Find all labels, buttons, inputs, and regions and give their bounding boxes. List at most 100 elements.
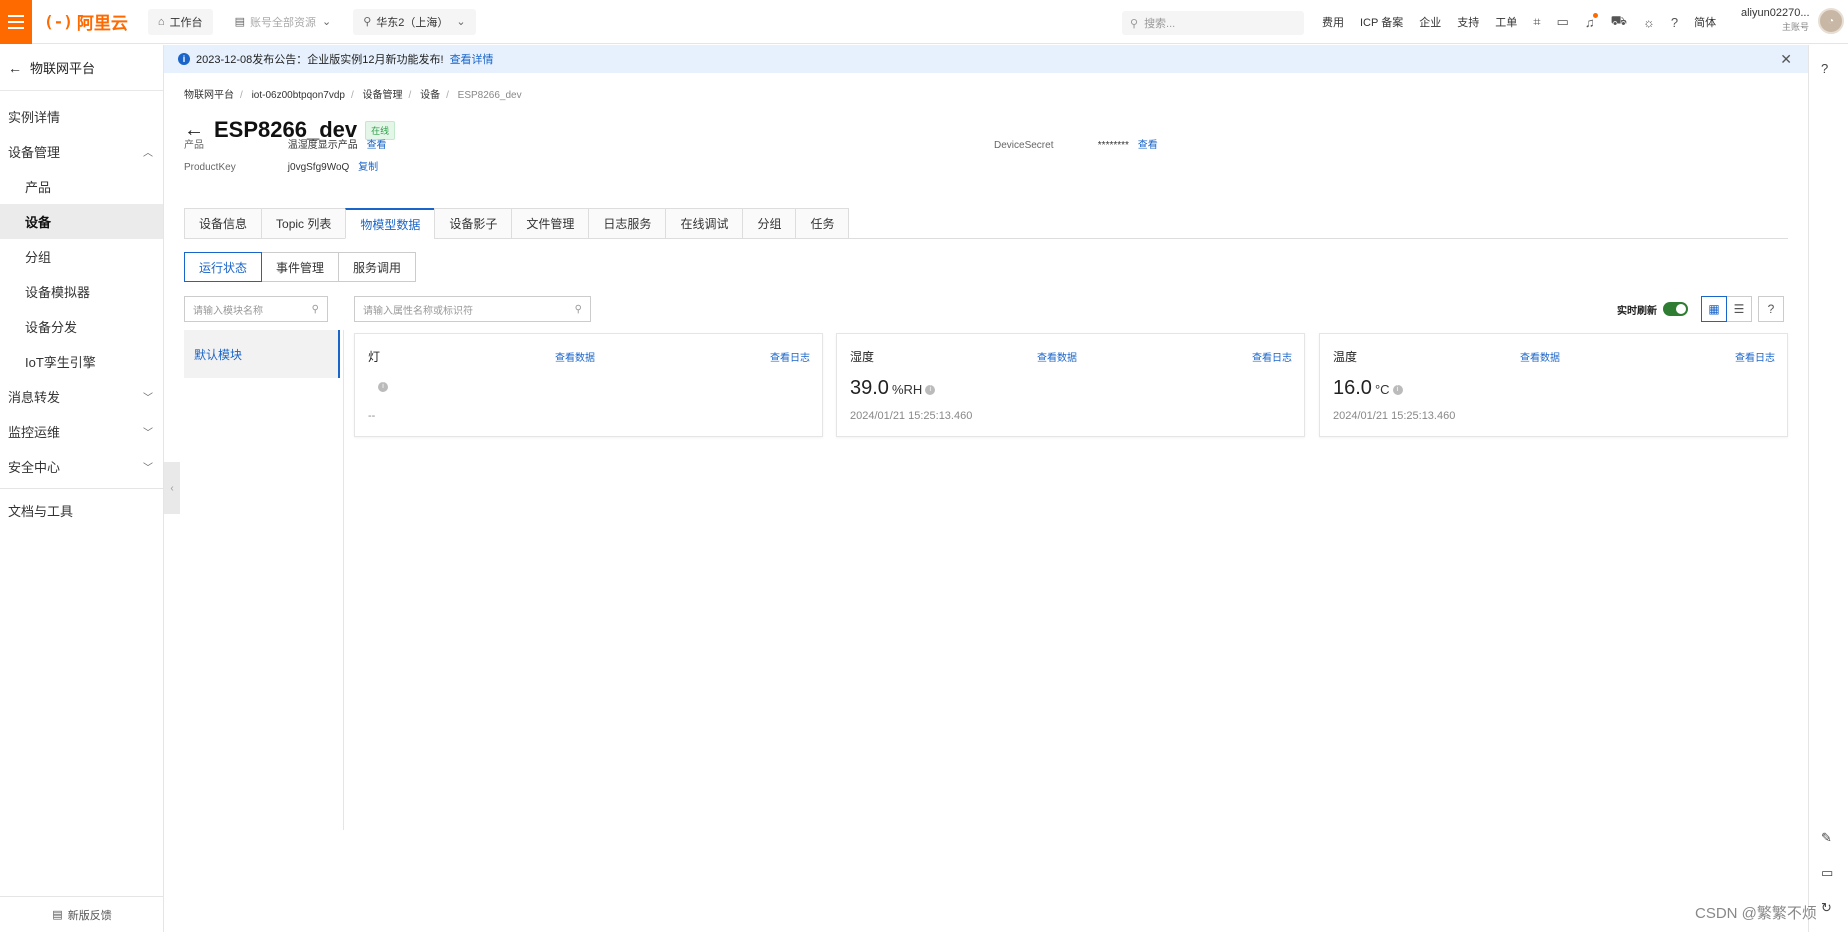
view-log-link[interactable]: 查看日志 (1735, 349, 1775, 364)
property-card-humidity: 湿度 查看数据 查看日志 39.0 %RH i 2024/01/21 15:25… (836, 333, 1305, 437)
sidebar-item-label: 设备模拟器 (25, 285, 91, 300)
announcement-bar: i 2023-12-08发布公告：企业版实例12月新功能发布! 查看详情 ✕ (164, 45, 1808, 73)
productkey-copy-link[interactable]: 复制 (358, 162, 378, 173)
nav-link-icp[interactable]: ICP 备案 (1360, 14, 1403, 30)
avatar[interactable]: ◔ (1818, 8, 1844, 34)
sidebar-item-device[interactable]: 设备 (0, 204, 163, 239)
nav-link-enterprise[interactable]: 企业 (1419, 14, 1441, 30)
sidebar-item-device-simulator[interactable]: 设备模拟器 (0, 274, 163, 309)
property-name: 温度 (1333, 350, 1358, 364)
lightbulb-icon[interactable]: ☼ (1643, 15, 1655, 30)
terminal-icon[interactable]: ▭ (1557, 14, 1569, 30)
grid-icon: ▦ (1708, 302, 1720, 316)
view-data-link[interactable]: 查看数据 (1520, 349, 1560, 364)
view-data-link[interactable]: 查看数据 (555, 349, 595, 364)
cart-icon[interactable]: ⛟ (1611, 13, 1627, 31)
help-circle-icon[interactable]: ? (1821, 61, 1828, 76)
close-icon[interactable]: ✕ (1780, 51, 1792, 68)
home-icon: ⌂ (157, 15, 165, 28)
tab-online-debug[interactable]: 在线调试 (665, 208, 743, 239)
sidebar-item-instance-detail[interactable]: 实例详情 (0, 99, 163, 134)
sidebar-item-label: 设备分发 (25, 320, 78, 335)
realtime-refresh-toggle[interactable] (1663, 302, 1688, 316)
sidebar-item-iot-twin-engine[interactable]: IoT孪生引擎 (0, 344, 163, 379)
tab-file-management[interactable]: 文件管理 (511, 208, 589, 239)
sidebar-item-security-center[interactable]: 安全中心 ﹀ (0, 449, 163, 484)
location-icon: ⚲ (363, 16, 372, 28)
sidebar-divider (0, 488, 163, 489)
announcement-text: 2023-12-08发布公告：企业版实例12月新功能发布! (196, 54, 444, 66)
global-search-input[interactable]: ⚲ 搜索... (1122, 11, 1304, 35)
help-icon[interactable]: ? (1671, 15, 1678, 30)
feedback-button[interactable]: ▤ 新版反馈 (0, 896, 164, 932)
view-data-link[interactable]: 查看数据 (1037, 349, 1077, 364)
tab-device-shadow[interactable]: 设备影子 (434, 208, 512, 239)
devicesecret-view-link[interactable]: 查看 (1138, 140, 1158, 151)
sidebar-back[interactable]: ← 物联网平台 (0, 45, 163, 91)
workbench-button[interactable]: ⌂ 工作台 (147, 8, 213, 35)
breadcrumb-current: ESP8266_dev (457, 90, 522, 101)
list-icon: ☰ (1733, 302, 1745, 316)
announcement-link[interactable]: 查看详情 (450, 51, 494, 67)
hamburger-menu-icon[interactable] (0, 0, 32, 44)
sidebar-item-device-management[interactable]: 设备管理 ︿ (0, 134, 163, 169)
aliyun-logo-mark: (-) (44, 12, 73, 31)
view-log-link[interactable]: 查看日志 (770, 349, 810, 364)
account-resources-select[interactable]: ▤ 账号全部资源 ⌄ (224, 8, 342, 35)
breadcrumb-item[interactable]: iot-06z00btpqon7vdp (252, 90, 345, 101)
info-icon[interactable]: i (925, 385, 936, 395)
nav-link-support[interactable]: 支持 (1457, 14, 1479, 30)
module-search-input[interactable]: 请输入模块名称 ⚲ (184, 296, 328, 322)
breadcrumb-item[interactable]: 设备 (420, 90, 440, 101)
property-name: 湿度 (850, 350, 875, 364)
product-view-link[interactable]: 查看 (367, 140, 387, 151)
nav-link-billing[interactable]: 费用 (1322, 14, 1344, 30)
user-info[interactable]: aliyun02270... 主账号 (1741, 6, 1810, 34)
property-timestamp: 2024/01/21 15:25:13.460 (850, 410, 973, 422)
toggle-knob (1676, 304, 1686, 314)
subtab-running-status[interactable]: 运行状态 (184, 252, 263, 282)
subtab-event-management[interactable]: 事件管理 (261, 252, 340, 282)
module-item-default[interactable]: 默认模块 (184, 330, 340, 378)
sidebar-item-product[interactable]: 产品 (0, 169, 163, 204)
tab-thing-model-data[interactable]: 物模型数据 (345, 208, 435, 239)
workbench-label: 工作台 (169, 16, 203, 29)
search-icon: ⚲ (311, 303, 319, 315)
view-log-link[interactable]: 查看日志 (1252, 349, 1292, 364)
refresh-icon[interactable]: ↻ (1821, 900, 1832, 916)
productkey-value: j0vgSfg9WoQ (287, 162, 350, 173)
message-icon[interactable]: ▭ (1821, 865, 1833, 881)
info-icon[interactable]: i (1392, 385, 1403, 395)
property-search-input[interactable]: 请输入属性名称或标识符 ⚲ (354, 296, 591, 322)
subtab-service-call[interactable]: 服务调用 (338, 252, 417, 282)
property-unit: °C (1374, 382, 1390, 397)
view-toolbar: 实时刷新 ▦ ☰ ? (1617, 296, 1784, 322)
tab-log-service[interactable]: 日志服务 (588, 208, 666, 239)
edit-icon[interactable]: ✎ (1821, 830, 1832, 846)
resource-icon: ▤ (234, 16, 245, 28)
cloud-shell-icon[interactable]: ⌗ (1533, 14, 1540, 30)
breadcrumb-item[interactable]: 物联网平台 (184, 90, 234, 101)
help-button[interactable]: ? (1758, 296, 1784, 322)
info-icon[interactable]: i (378, 382, 388, 392)
sidebar-item-docs-tools[interactable]: 文档与工具 (0, 493, 163, 528)
bell-icon[interactable]: ♫ (1585, 12, 1598, 30)
sidebar-item-message-forwarding[interactable]: 消息转发 ﹀ (0, 379, 163, 414)
tab-task[interactable]: 任务 (795, 208, 850, 239)
tab-topic-list[interactable]: Topic 列表 (261, 208, 346, 239)
feedback-icon: ▤ (52, 909, 63, 921)
language-switch[interactable]: 简体 (1694, 14, 1716, 30)
productkey-meta: ProductKey j0vgSfg9WoQ 复制 (184, 158, 378, 173)
sidebar-item-group[interactable]: 分组 (0, 239, 163, 274)
nav-link-ticket[interactable]: 工单 (1495, 14, 1517, 30)
sidebar-item-device-distribution[interactable]: 设备分发 (0, 309, 163, 344)
aliyun-logo[interactable]: (-) 阿里云 (44, 9, 128, 34)
region-select[interactable]: ⚲ 华东2（上海） ⌄ (353, 8, 476, 35)
tab-device-info[interactable]: 设备信息 (184, 208, 262, 239)
breadcrumb-item[interactable]: 设备管理 (363, 90, 403, 101)
sidebar-item-monitoring[interactable]: 监控运维 ﹀ (0, 414, 163, 449)
module-item-label: 默认模块 (194, 347, 243, 362)
tab-group[interactable]: 分组 (742, 208, 796, 239)
list-view-button[interactable]: ☰ (1726, 296, 1752, 322)
grid-view-button[interactable]: ▦ (1701, 296, 1727, 322)
